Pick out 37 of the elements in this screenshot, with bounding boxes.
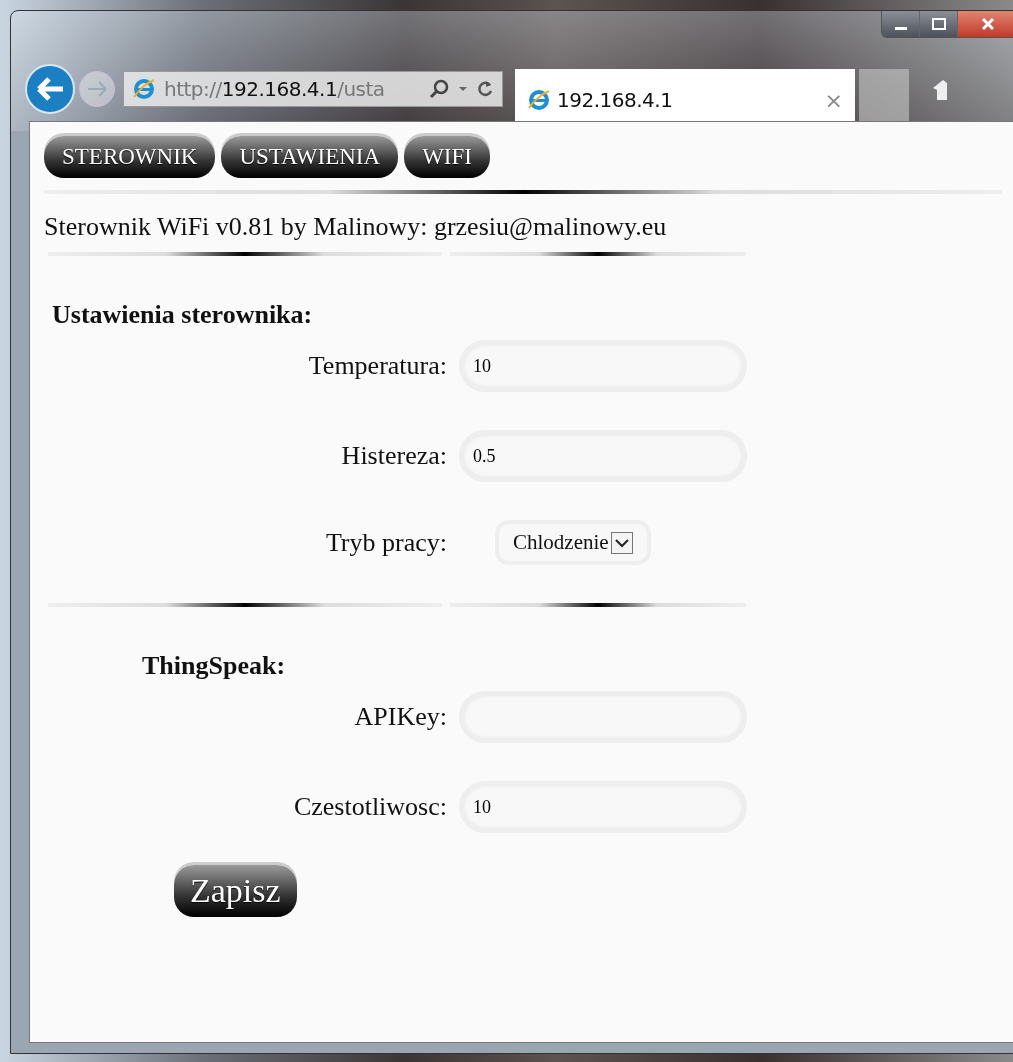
save-button[interactable]: Zapisz xyxy=(174,865,297,917)
tab-title: 192.168.4.1 xyxy=(557,88,674,112)
home-icon[interactable] xyxy=(933,78,947,100)
close-icon xyxy=(979,17,996,31)
input-field[interactable]: 0.5 xyxy=(459,430,747,482)
nav-button[interactable]: WIFI xyxy=(404,136,490,178)
field-label: Tryb pracy: xyxy=(324,527,447,558)
info-text: Sterownik WiFi v0.81 by Malinowy: grzesiu@malinowy.eu xyxy=(44,212,668,242)
dropdown-caret-icon[interactable] xyxy=(458,84,468,94)
url-text: http://192.168.4.1/usta xyxy=(164,77,386,101)
field-label: Temperatura: xyxy=(307,351,447,381)
nav-button[interactable]: STEROWNIK xyxy=(44,136,216,178)
browser-tab[interactable]: 192.168.4.1 × xyxy=(515,69,855,121)
field-label: Czestotliwosc: xyxy=(292,792,447,822)
maximize-icon xyxy=(930,17,947,31)
minimize-icon xyxy=(894,26,907,30)
close-button[interactable] xyxy=(958,11,1013,37)
nav-button[interactable]: USTAWIENIA xyxy=(221,136,399,178)
input-field[interactable]: 10 xyxy=(459,781,747,833)
maximize-button[interactable] xyxy=(920,11,958,37)
left-arrow-icon xyxy=(35,76,65,102)
section-heading: Ustawienia sterownika: xyxy=(52,300,314,330)
input-field[interactable]: 10 xyxy=(459,340,747,392)
minimize-button[interactable] xyxy=(882,11,920,37)
chevron-down-icon xyxy=(610,531,633,554)
field-label: APIKey: xyxy=(353,702,447,732)
right-arrow-icon xyxy=(86,80,108,98)
field-label: Histereza: xyxy=(340,441,447,471)
select-dropdown[interactable]: Chlodzenie xyxy=(495,520,651,565)
refresh-icon[interactable] xyxy=(476,79,494,99)
browser-logo-icon xyxy=(132,77,156,101)
tab-close-button[interactable]: × xyxy=(824,87,843,113)
browser-logo-icon xyxy=(527,88,551,112)
search-icon[interactable] xyxy=(428,78,450,100)
address-bar[interactable]: http://192.168.4.1/usta xyxy=(123,71,503,107)
back-button[interactable] xyxy=(25,64,75,114)
section-heading: ThingSpeak: xyxy=(142,651,287,681)
